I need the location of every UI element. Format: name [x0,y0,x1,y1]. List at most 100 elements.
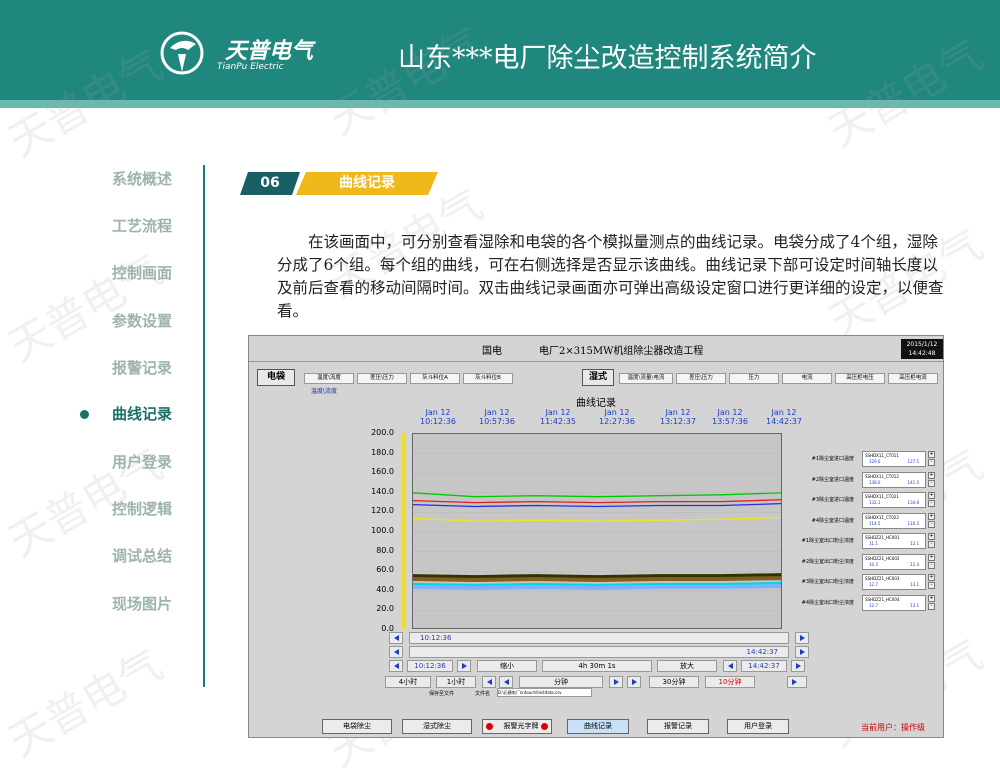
scroll-right-button[interactable] [795,632,809,644]
nav-item-site-photos[interactable]: 现场图片 [80,593,190,617]
bag-filter-button[interactable]: 电袋 [257,369,295,386]
nav-wet-esp-button[interactable]: 湿式除尘 [402,719,472,734]
range-4h-button[interactable]: 4小时 [385,676,431,688]
start-time-field[interactable]: 10:12:36 [407,660,453,672]
series-show-button[interactable]: + [928,451,935,458]
jump-end-button[interactable] [787,676,807,688]
nav-alarm-record-button[interactable]: 报警记录 [647,719,709,734]
series-label: #4除尘室出口粉尘浓度 [801,599,854,606]
series-show-button[interactable]: + [928,574,935,581]
nav-alarm-panel-button[interactable]: 报警光字牌 [482,719,552,734]
nav-trend-record-button[interactable]: 曲线记录 [567,719,629,734]
series-show-button[interactable]: + [928,533,935,540]
nav-item-control-logic[interactable]: 控制逻辑 [80,498,190,522]
series-hide-button[interactable]: - [928,500,935,507]
wet-tab[interactable]: 高压柜电压 [835,373,885,384]
end-prev-button[interactable] [723,660,737,672]
y-tick-label: 0.0 [381,624,394,633]
nav-item-overview[interactable]: 系统概述 [80,168,190,192]
series-line [413,503,781,508]
series-tag: SSHDX11_CT011 [865,453,899,458]
end-next-button[interactable] [791,660,805,672]
brand-name: 天普电气 [225,39,314,64]
zoom-in-button[interactable]: 放大 [657,660,717,672]
time-span-field[interactable]: 4h 30m 1s [542,660,652,672]
wet-tab[interactable]: 温度\流量\电流 [619,373,673,384]
series-value: 129.0 [869,459,881,464]
series-value-box[interactable]: SSHDZ21_HC004 12.7 13.1 [862,594,926,611]
step-forward-button[interactable] [609,676,623,688]
nav-item-parameters[interactable]: 参数设置 [80,310,190,334]
series-value-box[interactable]: SSHDX11_CT012 138.0 141.0 [862,471,926,488]
active-dot-icon [80,410,89,419]
bag-tab[interactable]: 差压\压力 [357,373,407,384]
nav-item-control-screen[interactable]: 控制画面 [80,262,190,286]
wet-esp-button[interactable]: 湿式 [582,369,614,386]
nav-user-login-button[interactable]: 用户登录 [727,719,789,734]
range-10min-button[interactable]: 10分钟 [705,676,755,688]
end-time-field[interactable]: 14:42:37 [741,660,787,672]
file-path-input[interactable]: D:\石横电厂\intouch\histdata.csv [497,688,592,697]
wet-tab[interactable]: 差压\压力 [676,373,726,384]
series-hide-button[interactable]: - [928,582,935,589]
nav-item-trend-record[interactable]: 曲线记录 [80,403,190,427]
trend-plot[interactable] [412,433,782,629]
scroll2-left-button[interactable] [389,646,403,658]
bag-tab[interactable]: 灰斗料位B [463,373,513,384]
series-value-box[interactable]: SSHDX11_CT011 129.0 127.5 [862,451,926,467]
series-value-box[interactable]: SSHDZ21_HC002 10.3 12.4 [862,553,926,570]
series-value-box[interactable]: SSHDZ21_HC001 11.1 12.1 [862,533,926,549]
series-values: 12.7 13.1 [863,582,925,587]
nav-item-commissioning[interactable]: 调试总结 [80,545,190,569]
range-30min-button[interactable]: 30分钟 [649,676,699,688]
wet-tab[interactable]: 压力 [729,373,779,384]
nav-button-label: 报警光字牌 [503,722,539,730]
wet-tab[interactable]: 电流 [782,373,832,384]
step-unit-field[interactable]: 分钟 [519,676,603,688]
x-tick-label: Jan 12 13:57:36 [712,408,748,426]
series-label: #2除尘室出口粉尘浓度 [801,558,854,565]
series-value-box[interactable]: SSHDZ21_HC003 12.7 13.1 [862,574,926,590]
series-show-button[interactable]: + [928,553,935,561]
series-hide-button[interactable]: - [928,459,935,466]
scroll-left-button[interactable] [389,632,403,644]
series-hide-button[interactable]: - [928,541,935,548]
nav-item-process[interactable]: 工艺流程 [80,215,190,239]
scroll2-right-button[interactable] [795,646,809,658]
step-back-button[interactable] [499,676,513,688]
series-show-button[interactable]: + [928,594,935,602]
series-hide-button[interactable]: - [928,479,935,487]
series-line [413,492,781,498]
save-to-file-label: 保存至文件 [429,691,455,697]
hmi-company: 国电 [482,346,502,357]
series-show-button[interactable]: + [928,471,935,479]
series-line [413,583,781,590]
zoom-out-button[interactable]: 缩小 [477,660,537,672]
bag-tab[interactable]: 灰斗料位A [410,373,460,384]
nav-bag-filter-button[interactable]: 电袋除尘 [322,719,392,734]
series-value-box[interactable]: SSHDX11_CT021 132.1 134.8 [862,492,926,508]
start-prev-button[interactable] [389,660,403,672]
brand-subtitle: TianPu Electric [217,62,284,72]
series-value-box[interactable]: SSHDX11_CT022 114.5 116.5 [862,512,926,529]
series-hide-button[interactable]: - [928,602,935,610]
series-value: 10.3 [869,561,878,567]
series-tag: SSHDX11_CT012 [865,473,899,479]
series-show-button[interactable]: + [928,512,935,520]
range-1h-button[interactable]: 1小时 [436,676,476,688]
step-forward-fast-button[interactable] [627,676,641,688]
series-hide-button[interactable]: - [928,520,935,528]
series-line [413,573,781,580]
y-axis-scroller[interactable] [402,433,406,629]
series-label: #1除尘室出口粉尘浓度 [801,538,854,544]
nav-item-alarm-record[interactable]: 报警记录 [80,357,190,381]
step-back-fast-button[interactable] [482,676,496,688]
bag-tab[interactable]: 温度\流度 [304,373,354,384]
nav-item-user-login[interactable]: 用户登录 [80,451,190,475]
y-tick-label: 60.0 [376,565,394,575]
start-next-button[interactable] [457,660,471,672]
series-hide-button[interactable]: - [928,561,935,569]
series-show-button[interactable]: + [928,492,935,499]
series-values: 10.3 12.4 [863,562,925,567]
wet-tab[interactable]: 高压柜电流 [888,373,938,384]
